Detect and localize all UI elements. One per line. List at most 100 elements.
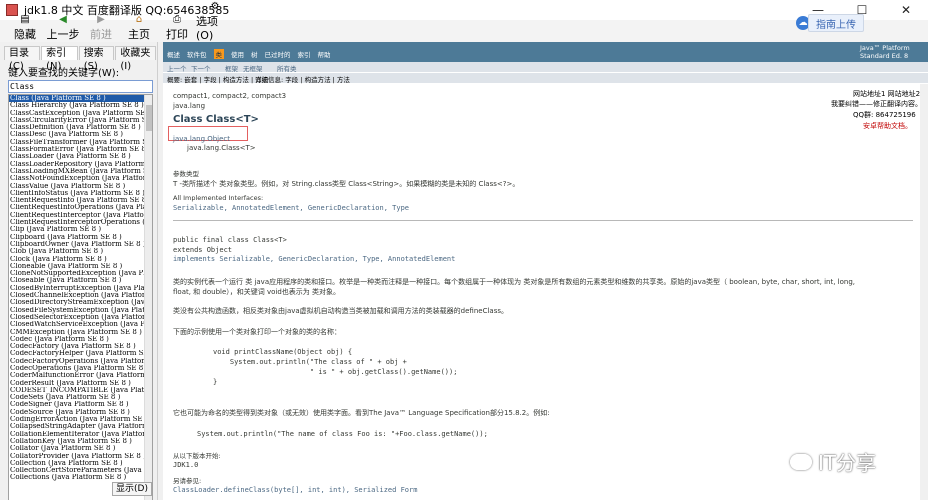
index-list-item[interactable]: CollatorProvider (Java Platform SE 8 )	[9, 453, 146, 460]
index-list-item[interactable]: CodecFactoryOperations (Java Platform SE…	[9, 358, 146, 365]
index-list-item[interactable]: CodeSource (Java Platform SE 8 )	[9, 409, 146, 416]
index-list-item[interactable]: ClassDefinition (Java Platform SE 8 )	[9, 124, 146, 131]
options-button[interactable]: ⚙ 选项(O)	[196, 2, 234, 43]
index-list-item[interactable]: ClosedDirectoryStreamException (Java Pla…	[9, 299, 146, 306]
index-list-item[interactable]: ClosedByInterruptException (Java Platfor…	[9, 285, 146, 292]
index-list-item[interactable]: Clip (Java Platform SE 8 )	[9, 226, 146, 233]
nav-package[interactable]: 软件包	[187, 49, 207, 59]
index-list-item[interactable]: ClassLoadingMXBean (Java Platform SE 8 )	[9, 168, 146, 175]
nav-use[interactable]: 使用	[231, 49, 244, 59]
ad-correction[interactable]: 我要纠错——修正翻译内容。	[831, 99, 922, 109]
index-list-item[interactable]: ClientRequestInterceptor (Java Platform …	[9, 212, 146, 219]
interfaces-list[interactable]: Serializable, AnnotatedElement, GenericD…	[173, 204, 409, 212]
code-line: }	[213, 378, 218, 386]
scroll-thumb[interactable]	[146, 105, 152, 131]
index-list-item[interactable]: CodeSets (Java Platform SE 8 )	[9, 394, 146, 401]
index-list-item[interactable]: ClassCircularityError (Java Platform SE …	[9, 117, 146, 124]
index-list-item[interactable]: Codec (Java Platform SE 8 )	[9, 336, 146, 343]
implements-clause: implements Serializable, GenericDeclarat…	[173, 255, 456, 263]
inherit-child: java.lang.Class<T>	[187, 144, 256, 152]
index-list-item[interactable]: ClassCastException (Java Platform SE 8 )	[9, 110, 146, 117]
description-para3: 下面的示例使用一个类对象打印一个对象的类的名称：	[173, 328, 341, 336]
nav-index[interactable]: 索引	[298, 49, 311, 59]
cloud-upload-button[interactable]: 指南上传	[808, 14, 864, 32]
index-list-item[interactable]: CodeSigner (Java Platform SE 8 )	[9, 401, 146, 408]
type-params-text: T -类所描述个 类对象类型。例如，对 String.class类型 Class…	[173, 180, 520, 188]
index-list-item[interactable]: Collection (Java Platform SE 8 )	[9, 460, 146, 467]
index-list-item[interactable]: Cloneable (Java Platform SE 8 )	[9, 263, 146, 270]
index-list-item[interactable]: ClassFileTransformer (Java Platform SE 8…	[9, 139, 146, 146]
index-list-item[interactable]: Clipboard (Java Platform SE 8 )	[9, 234, 146, 241]
index-list-item[interactable]: ClassValue (Java Platform SE 8 )	[9, 183, 146, 190]
hide-button[interactable]: ▤ 隐藏	[6, 15, 44, 42]
index-list-item[interactable]: CollapsedStringAdapter (Java Platform SE…	[9, 423, 146, 430]
index-list-item[interactable]: Class (Java Platform SE 8 )	[9, 95, 146, 103]
detail-links[interactable]: 详细信息: 字段 | 构造方法 | 方法	[255, 74, 350, 84]
index-list-item[interactable]: CodecFactory (Java Platform SE 8 )	[9, 343, 146, 350]
nav-deprecated[interactable]: 已过时的	[265, 49, 291, 59]
back-button[interactable]: ◀ 上一步	[44, 15, 82, 42]
print-button[interactable]: ⎙ 打印	[158, 15, 196, 42]
index-list-item[interactable]: ClientRequestInterceptorOperations (Java…	[9, 219, 146, 226]
index-list-item[interactable]: CollectionCertStoreParameters (Java Plat…	[9, 467, 146, 474]
index-list-item[interactable]: CollationKey (Java Platform SE 8 )	[9, 438, 146, 445]
parent-class-link[interactable]: java.lang.Object	[173, 135, 230, 143]
tab-contents[interactable]: 目录(C)	[4, 46, 41, 72]
index-list-item[interactable]: CodecFactoryHelper (Java Platform SE 8 )	[9, 350, 146, 357]
index-list[interactable]: Class (Java Platform SE 8 ) Class Hierarc…	[8, 94, 153, 500]
code-line: System.out.println("The class of " + obj…	[213, 358, 407, 366]
index-list-item[interactable]: CMMException (Java Platform SE 8 )	[9, 329, 146, 336]
index-list-item[interactable]: ClientRequestInfoOperations (Java Platfo…	[9, 204, 146, 211]
index-list-item[interactable]: Clob (Java Platform SE 8 )	[9, 248, 146, 255]
nav-tree[interactable]: 树	[251, 49, 258, 59]
ad-android[interactable]: 安卓帮助文档。	[863, 121, 912, 131]
close-button[interactable]: ✕	[884, 0, 928, 20]
frames-link[interactable]: 框架	[225, 63, 238, 73]
all-classes-link[interactable]: 所有类	[277, 63, 297, 73]
summary-links[interactable]: 概要: 嵌套 | 字段 | 构造方法 | 方法	[167, 74, 268, 84]
index-list-item[interactable]: ClientInfoStatus (Java Platform SE 8 )	[9, 190, 146, 197]
keyword-label: 键入要查找的关键字(W):	[8, 68, 120, 79]
index-list-item[interactable]: CollationElementIterator (Java Platform …	[9, 431, 146, 438]
index-list-item[interactable]: ClosedFileSystemException (Java Platform…	[9, 307, 146, 314]
nav-help[interactable]: 帮助	[318, 49, 331, 59]
index-list-scrollbar[interactable]	[144, 95, 152, 500]
ad-sites[interactable]: 网站地址1 网站地址2	[853, 89, 920, 99]
index-list-item[interactable]: ClosedWatchServiceException (Java Platfo…	[9, 321, 146, 328]
index-list-item[interactable]: CloneNotSupportedException (Java Platfor…	[9, 270, 146, 277]
index-list-item[interactable]: ClassFormatError (Java Platform SE 8 )	[9, 146, 146, 153]
next-class-link[interactable]: 下一个	[191, 63, 211, 73]
index-list-item[interactable]: ClientRequestInfo (Java Platform SE 8 )	[9, 197, 146, 204]
index-list-item[interactable]: ClipboardOwner (Java Platform SE 8 )	[9, 241, 146, 248]
tab-index[interactable]: 索引(N)	[41, 46, 78, 72]
index-list-item[interactable]: Collections (Java Platform SE 8 )	[9, 474, 146, 481]
index-list-item[interactable]: ClassLoader (Java Platform SE 8 )	[9, 153, 146, 160]
index-list-item[interactable]: ClosedChannelException (Java Platform SE…	[9, 292, 146, 299]
index-list-item[interactable]: CodingErrorAction (Java Platform SE 8 )	[9, 416, 146, 423]
tab-favorites[interactable]: 收藏夹(I)	[115, 46, 156, 72]
no-frames-link[interactable]: 无框架	[243, 63, 263, 73]
index-list-item[interactable]: CodecOperations (Java Platform SE 8 )	[9, 365, 146, 372]
index-list-item[interactable]: ClassNotFoundException (Java Platform SE…	[9, 175, 146, 182]
index-list-item[interactable]: CODESET_INCOMPATIBLE (Java Platform SE 8…	[9, 387, 146, 394]
forward-button[interactable]: ▶ 前进	[82, 15, 120, 42]
display-button[interactable]: 显示(D)	[112, 482, 152, 496]
index-list-item[interactable]: ClassLoaderRepository (Java Platform SE …	[9, 161, 146, 168]
index-list-item[interactable]: ClassDesc (Java Platform SE 8 )	[9, 131, 146, 138]
document-scrollbar[interactable]	[920, 84, 928, 500]
index-list-item[interactable]: Clock (Java Platform SE 8 )	[9, 256, 146, 263]
doc-subnav: 上一个 下一个 框架 无框架 所有类	[163, 62, 928, 73]
index-list-item[interactable]: CoderMalfunctionError (Java Platform SE …	[9, 372, 146, 379]
tab-search[interactable]: 搜索(S)	[78, 46, 115, 72]
keyword-input[interactable]: Class	[8, 80, 153, 93]
index-list-item[interactable]: ClosedSelectorException (Java Platform S…	[9, 314, 146, 321]
index-list-item[interactable]: Collator (Java Platform SE 8 )	[9, 445, 146, 452]
home-button[interactable]: ⌂ 主页	[120, 15, 158, 42]
document-view: 概述 软件包 类 使用 树 已过时的 索引 帮助 Java™ Platform …	[163, 42, 928, 500]
prev-class-link[interactable]: 上一个	[167, 63, 187, 73]
index-list-item[interactable]: Closeable (Java Platform SE 8 )	[9, 277, 146, 284]
index-list-item[interactable]: CoderResult (Java Platform SE 8 )	[9, 380, 146, 387]
nav-overview[interactable]: 概述	[167, 49, 180, 59]
index-list-item[interactable]: Class Hierarchy (Java Platform SE 8 )	[9, 102, 146, 109]
see-also-links[interactable]: ClassLoader.defineClass(byte[], int, int…	[173, 486, 417, 494]
